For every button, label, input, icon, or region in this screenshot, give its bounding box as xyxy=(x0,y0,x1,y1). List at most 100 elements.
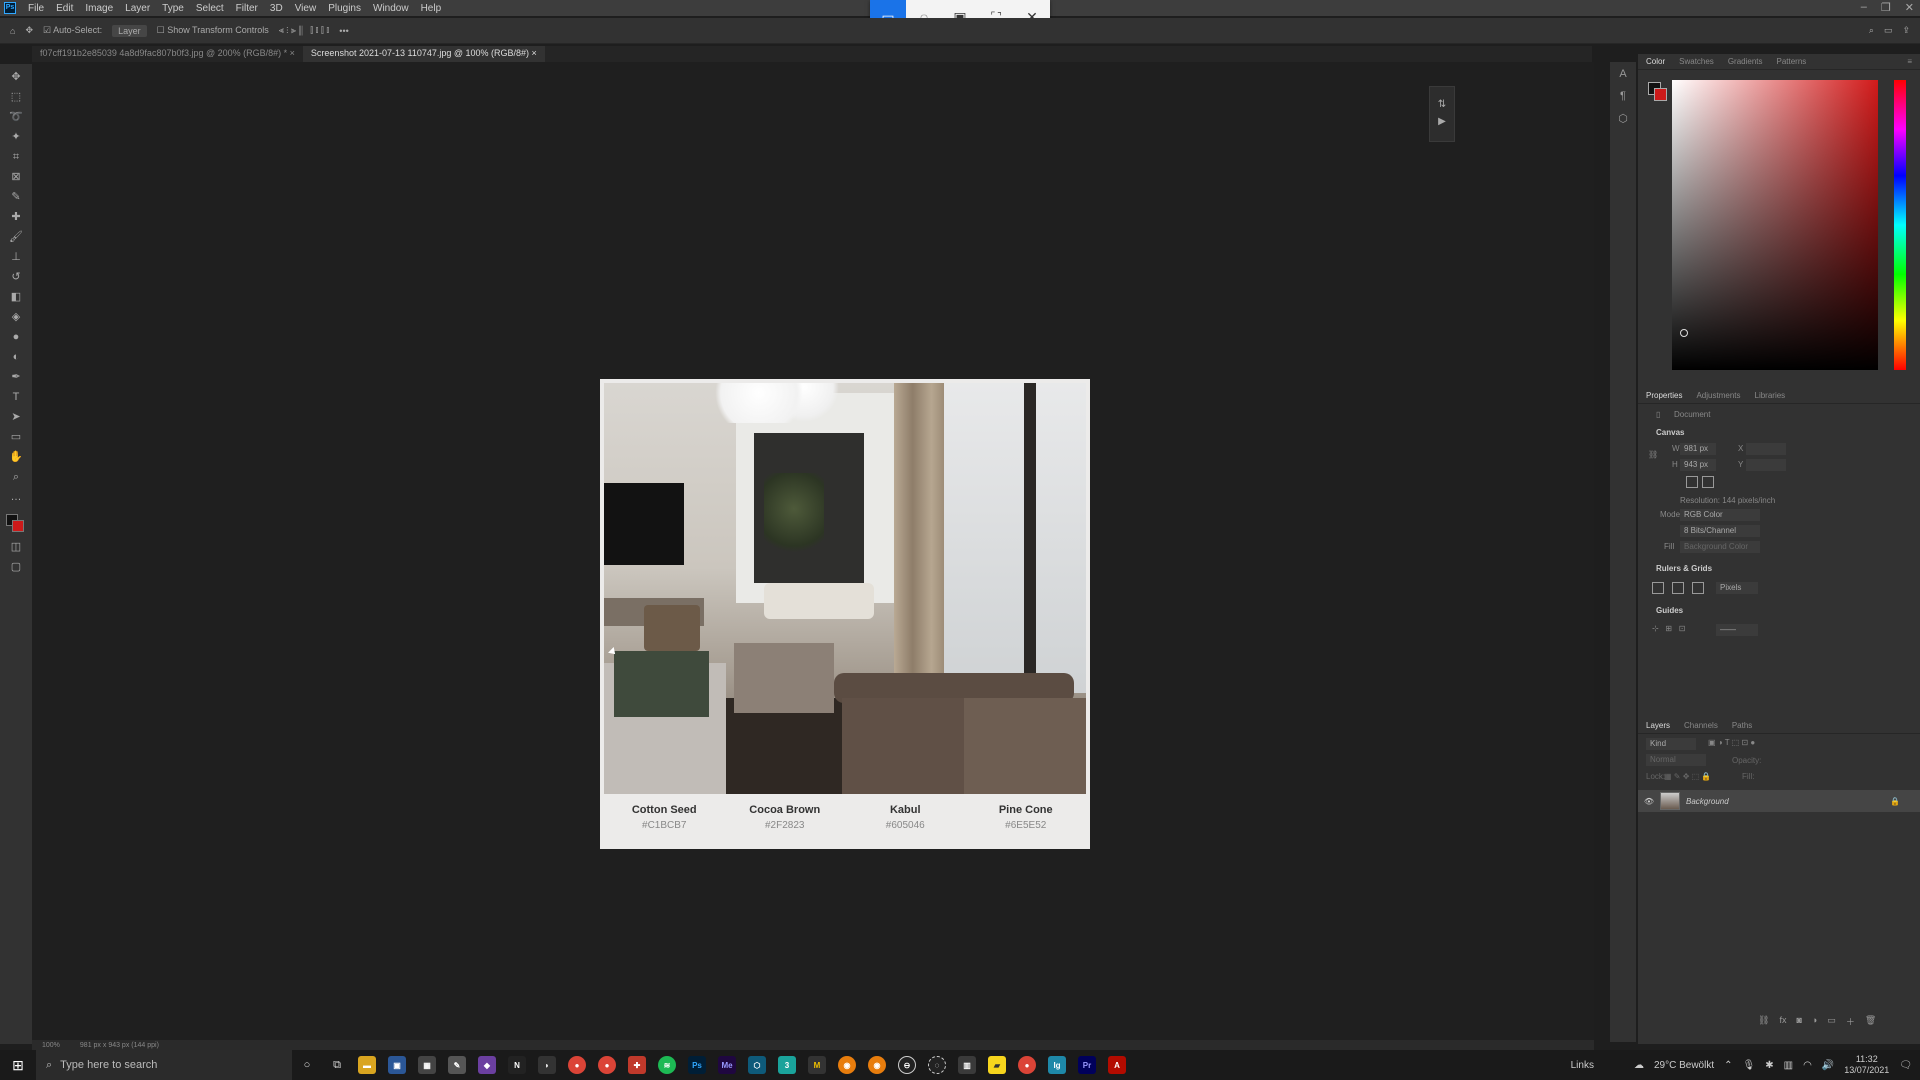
fill-dropdown[interactable]: Background Color xyxy=(1680,541,1760,553)
media-encoder-icon[interactable]: Me xyxy=(712,1050,742,1080)
menu-image[interactable]: Image xyxy=(79,3,119,14)
tab-adjustments[interactable]: Adjustments xyxy=(1696,391,1740,400)
tab-color[interactable]: Color xyxy=(1646,57,1665,66)
group-icon[interactable]: ▭ xyxy=(1827,1015,1836,1028)
color-field[interactable] xyxy=(1672,80,1878,370)
delete-layer-icon[interactable]: 🗑 xyxy=(1865,1015,1876,1028)
task-view-icon[interactable]: ⧉ xyxy=(322,1050,352,1080)
frame-tool-icon[interactable]: ⊠ xyxy=(8,170,24,184)
quick-mask-icon[interactable]: ◫ xyxy=(8,540,24,554)
brush-tool-icon[interactable]: 🖌 xyxy=(8,230,24,244)
history-brush-icon[interactable]: ↺ xyxy=(8,270,24,284)
zoom-tool-icon[interactable]: ⌕ xyxy=(8,470,24,484)
eraser-icon[interactable]: ◧ xyxy=(8,290,24,304)
fg-bg-colors[interactable] xyxy=(6,514,26,534)
app-icon-4[interactable]: N xyxy=(502,1050,532,1080)
tray-links[interactable]: Links xyxy=(1571,1060,1594,1071)
menu-3d[interactable]: 3D xyxy=(264,3,289,14)
sticky-notes-icon[interactable]: ▰ xyxy=(982,1050,1012,1080)
chrome-icon-2[interactable]: ● xyxy=(592,1050,622,1080)
width-field[interactable]: 981 px xyxy=(1680,443,1716,455)
bg-color-chip[interactable] xyxy=(1654,88,1667,101)
clock[interactable]: 11:32 13/07/2021 xyxy=(1844,1054,1889,1076)
magic-wand-icon[interactable]: ✦ xyxy=(8,130,24,144)
screen-mode-icon[interactable]: ▢ xyxy=(8,560,24,574)
tab-patterns[interactable]: Patterns xyxy=(1777,57,1807,66)
rectangle-tool-icon[interactable]: ▭ xyxy=(8,430,24,444)
notifications-icon[interactable]: 🗨 xyxy=(1899,1060,1912,1071)
align-icons[interactable]: ⫷ ⫶ ⫸ ⫼ ⫿ ⫾ ⫿ ⫾ xyxy=(279,25,330,36)
canvas-section-title[interactable]: Canvas xyxy=(1656,428,1684,437)
app-icon-5[interactable]: ◗ xyxy=(532,1050,562,1080)
app-icon-1[interactable]: ▣ xyxy=(382,1050,412,1080)
app-icon-3[interactable]: ◆ xyxy=(472,1050,502,1080)
new-layer-icon[interactable]: ＋ xyxy=(1846,1015,1855,1028)
photoshop-icon[interactable]: Ps xyxy=(682,1050,712,1080)
paint-bucket-icon[interactable]: ◈ xyxy=(8,310,24,324)
file-explorer-icon[interactable]: ▬ xyxy=(352,1050,382,1080)
app-icon-2[interactable]: ✎ xyxy=(442,1050,472,1080)
acrobat-icon[interactable]: A xyxy=(1102,1050,1132,1080)
menu-select[interactable]: Select xyxy=(190,3,230,14)
minimize-icon[interactable]: – xyxy=(1861,1,1867,14)
workspace-icon[interactable]: ▭ xyxy=(1884,25,1893,36)
more-options-icon[interactable]: ••• xyxy=(339,26,348,36)
landscape-icon[interactable] xyxy=(1702,476,1714,488)
more-tools-icon[interactable]: … xyxy=(8,490,24,504)
blender-icon[interactable]: ◉ xyxy=(832,1050,862,1080)
layer-filter-icons[interactable]: ▣ ◑ T ⬚ ⊡ ● xyxy=(1708,738,1755,747)
chrome-icon[interactable]: ● xyxy=(562,1050,592,1080)
move-tool-icon[interactable]: ✥ xyxy=(25,25,33,36)
layer-name[interactable]: Background xyxy=(1686,797,1729,806)
close-window-icon[interactable]: ✕ xyxy=(1905,1,1914,14)
path-select-icon[interactable]: ➤ xyxy=(8,410,24,424)
tab-document-2[interactable]: Screenshot 2021-07-13 110747.jpg @ 100% … xyxy=(302,46,545,62)
crop-tool-icon[interactable]: ⌗ xyxy=(8,150,24,164)
history-icon[interactable]: ⇅ xyxy=(1438,99,1446,110)
volume-icon[interactable]: 🔊 xyxy=(1822,1060,1834,1071)
blur-tool-icon[interactable]: ● xyxy=(8,330,24,344)
mic-icon[interactable]: 🎙 xyxy=(1743,1060,1756,1071)
document-canvas[interactable]: Cotton Seed #C1BCB7 Cocoa Brown #2F2823 … xyxy=(600,379,1090,849)
layer-dropdown[interactable]: Layer xyxy=(112,24,147,37)
wifi-icon[interactable]: ◠ xyxy=(1803,1060,1812,1071)
tab-swatches[interactable]: Swatches xyxy=(1679,57,1714,66)
blend-mode-dropdown[interactable]: Normal xyxy=(1646,754,1706,766)
visibility-eye-icon[interactable]: 👁 xyxy=(1638,797,1660,806)
home-icon[interactable]: ⌂ xyxy=(10,26,15,36)
paragraph-icon[interactable]: ¶ xyxy=(1620,90,1626,102)
grid-icon[interactable] xyxy=(1672,582,1684,594)
background-color-swatch[interactable] xyxy=(12,520,24,532)
transform-controls-checkbox[interactable]: ☐ Show Transform Controls xyxy=(157,25,269,36)
pen-tool-icon[interactable]: ✒ xyxy=(8,370,24,384)
panel-menu-icon[interactable]: ≡ xyxy=(1907,57,1912,66)
share-icon[interactable]: ⇪ xyxy=(1902,25,1910,36)
blender-icon-2[interactable]: ◉ xyxy=(862,1050,892,1080)
app-icon-9[interactable]: M xyxy=(802,1050,832,1080)
menu-edit[interactable]: Edit xyxy=(50,3,79,14)
rulers-grids-title[interactable]: Rulers & Grids xyxy=(1656,564,1712,573)
app-icon-6[interactable]: ✚ xyxy=(622,1050,652,1080)
chrome-icon-3[interactable]: ● xyxy=(1012,1050,1042,1080)
healing-brush-icon[interactable]: ✚ xyxy=(8,210,24,224)
windows-start-icon[interactable]: ⊞ xyxy=(0,1057,36,1074)
marquee-tool-icon[interactable]: ⬚ xyxy=(8,90,24,104)
menu-help[interactable]: Help xyxy=(415,3,448,14)
hand-tool-icon[interactable]: ✋ xyxy=(8,450,24,464)
app-icon-7[interactable]: ⬡ xyxy=(742,1050,772,1080)
guide-icons[interactable]: ⊹ ⊞ ⊡ xyxy=(1652,624,1685,633)
app-icon-10[interactable]: ⊖ xyxy=(892,1050,922,1080)
app-icon-11[interactable]: ◌ xyxy=(922,1050,952,1080)
menu-filter[interactable]: Filter xyxy=(230,3,264,14)
network-icon[interactable]: ▥ xyxy=(1784,1060,1793,1071)
type-tool-icon[interactable]: T xyxy=(8,390,24,404)
tab-libraries[interactable]: Libraries xyxy=(1755,391,1786,400)
adjustment-icon[interactable]: ◑ xyxy=(1812,1015,1817,1028)
zoom-level[interactable]: 100% xyxy=(42,1042,60,1049)
menu-view[interactable]: View xyxy=(289,3,323,14)
tab-layers[interactable]: Layers xyxy=(1646,721,1670,730)
bits-dropdown[interactable]: 8 Bits/Channel xyxy=(1680,525,1760,537)
weather-icon[interactable]: ☁ xyxy=(1634,1060,1644,1071)
weather-text[interactable]: 29°C Bewölkt xyxy=(1654,1060,1714,1071)
menu-type[interactable]: Type xyxy=(156,3,190,14)
